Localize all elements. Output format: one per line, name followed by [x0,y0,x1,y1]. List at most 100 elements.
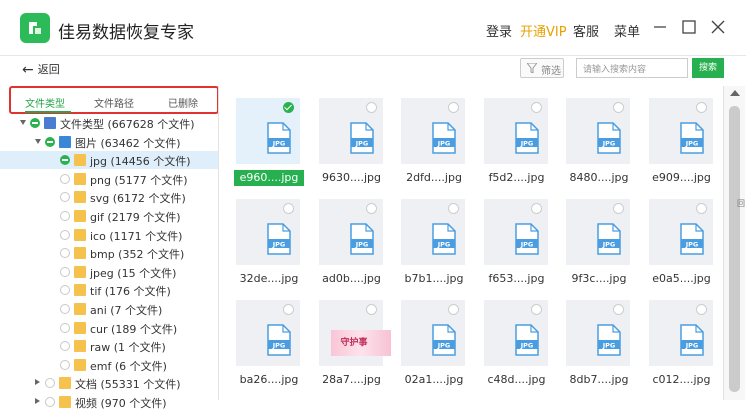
file-tile[interactable]: JPG e0a5....jpg [639,191,713,291]
tree-checkbox[interactable] [45,136,55,147]
file-name[interactable]: e960....jpg [234,170,304,186]
file-checkbox[interactable] [283,102,294,113]
file-tile[interactable]: JPG 9f3c....jpg [556,191,630,291]
file-checkbox[interactable] [613,304,624,315]
file-checkbox[interactable] [613,203,624,214]
file-checkbox[interactable] [695,102,707,113]
file-checkbox[interactable] [365,304,377,315]
file-name[interactable]: e909....jpg [647,170,717,186]
file-name[interactable]: 8480....jpg [564,170,634,186]
menu-link[interactable]: 菜单 [614,21,640,40]
file-name[interactable]: ad0b....jpg [317,271,387,287]
search-button[interactable]: 搜索 [692,58,724,78]
tree-item[interactable]: 文件类型 (667628 个文件) [0,114,218,132]
tree-checkbox[interactable] [60,248,70,259]
scroll-thumb[interactable] [729,106,740,392]
tree-item[interactable]: 文档 (55331 个文件) [0,374,218,392]
tree-checkbox[interactable] [60,173,70,184]
file-name[interactable]: c012....jpg [647,372,717,388]
file-name[interactable]: 32de....jpg [234,271,304,287]
vip-link[interactable]: 开通VIP [520,21,567,40]
file-tile[interactable]: 守护事 28a7....jpg [309,292,391,392]
search-input[interactable] [576,58,688,78]
file-tile[interactable]: JPG 8480....jpg [556,90,630,190]
tree-checkbox[interactable] [45,397,55,407]
file-name[interactable]: e0a5....jpg [647,271,717,287]
tree-checkbox[interactable] [60,229,70,240]
file-checkbox[interactable] [283,203,294,214]
file-tile[interactable]: JPG c012....jpg [639,292,713,392]
filter-button[interactable]: 筛选 [520,58,564,78]
back-button[interactable]: ← 返回 [22,61,60,78]
tree-checkbox[interactable] [60,359,70,370]
file-name[interactable]: f5d2....jpg [482,170,552,186]
file-name[interactable]: f653....jpg [482,271,552,287]
file-checkbox[interactable] [695,203,707,214]
tree-item[interactable]: png (5177 个文件) [0,170,218,188]
tree-item[interactable]: 视频 (970 个文件) [0,393,218,411]
file-name[interactable]: b7b1....jpg [399,271,469,287]
tree-checkbox[interactable] [60,304,70,314]
tree-checkbox[interactable] [30,118,40,128]
file-checkbox[interactable] [613,102,624,113]
file-tile[interactable]: JPG c48d....jpg [474,292,548,392]
tree-checkbox[interactable] [60,192,70,203]
file-name[interactable]: 2dfd....jpg [399,170,469,186]
tree-item[interactable]: tif (176 个文件) [0,281,218,299]
caret-right-icon[interactable] [35,379,40,386]
file-name[interactable]: 02a1....jpg [399,372,469,388]
service-link[interactable]: 客服 [573,21,599,40]
tree-checkbox[interactable] [60,341,70,352]
login-link[interactable]: 登录 [486,21,512,40]
file-checkbox[interactable] [448,102,459,113]
caret-right-icon[interactable] [35,398,40,404]
file-name[interactable]: 9630....jpg [317,170,387,186]
scroll-up-icon[interactable] [730,90,740,96]
tree-item[interactable]: cur (189 个文件) [0,319,218,337]
file-name[interactable]: ba26....jpg [234,372,304,388]
tree-item[interactable]: ani (7 个文件) [0,300,218,318]
file-name[interactable]: 8db7....jpg [564,372,634,388]
tree-item[interactable]: ico (1171 个文件) [0,226,218,244]
file-checkbox[interactable] [530,102,542,113]
file-tile[interactable]: JPG ad0b....jpg [309,191,383,291]
tree-item[interactable]: 图片 (63462 个文件) [0,133,218,151]
file-tile[interactable]: JPG 32de....jpg [226,191,300,291]
file-tile[interactable]: JPG 8db7....jpg [556,292,630,392]
minimize-icon[interactable] [652,19,668,35]
file-tile[interactable]: JPG e909....jpg [639,90,713,190]
file-checkbox[interactable] [365,102,377,113]
maximize-icon[interactable] [681,19,697,35]
close-icon[interactable] [710,19,726,35]
file-tile[interactable]: JPG f653....jpg [474,191,548,291]
vertical-scrollbar[interactable] [723,86,745,400]
file-tile[interactable]: JPG 9630....jpg [309,90,383,190]
file-tile[interactable]: JPG f5d2....jpg [474,90,548,190]
file-checkbox[interactable] [530,203,542,214]
tree-checkbox[interactable] [60,211,70,221]
caret-down-icon[interactable] [35,138,41,144]
tree-item[interactable]: bmp (352 个文件) [0,244,218,262]
tree-item[interactable]: svg (6172 个文件) [0,188,218,206]
file-checkbox[interactable] [448,304,459,315]
file-checkbox[interactable] [530,304,542,315]
tree-item[interactable]: jpg (14456 个文件) [0,151,218,170]
tree-item[interactable]: gif (2179 个文件) [0,207,218,225]
file-checkbox[interactable] [365,203,377,214]
file-checkbox[interactable] [448,203,459,214]
tree-checkbox[interactable] [60,285,70,296]
file-name[interactable]: 9f3c....jpg [564,271,634,287]
tree-item[interactable]: jpeg (15 个文件) [0,263,218,281]
tree-checkbox[interactable] [60,322,70,333]
file-checkbox[interactable] [283,304,294,315]
file-tile[interactable]: JPG e960....jpg [226,90,304,190]
file-tile[interactable]: JPG b7b1....jpg [391,191,465,291]
tree-checkbox[interactable] [60,266,70,277]
file-tile[interactable]: JPG ba26....jpg [226,292,300,392]
tree-item[interactable]: raw (1 个文件) [0,337,218,355]
file-tile[interactable]: JPG 02a1....jpg [391,292,465,392]
caret-down-icon[interactable] [20,120,26,125]
file-checkbox[interactable] [695,304,707,315]
file-tile[interactable]: JPG 2dfd....jpg [391,90,465,190]
file-name[interactable]: 28a7....jpg [317,372,387,388]
